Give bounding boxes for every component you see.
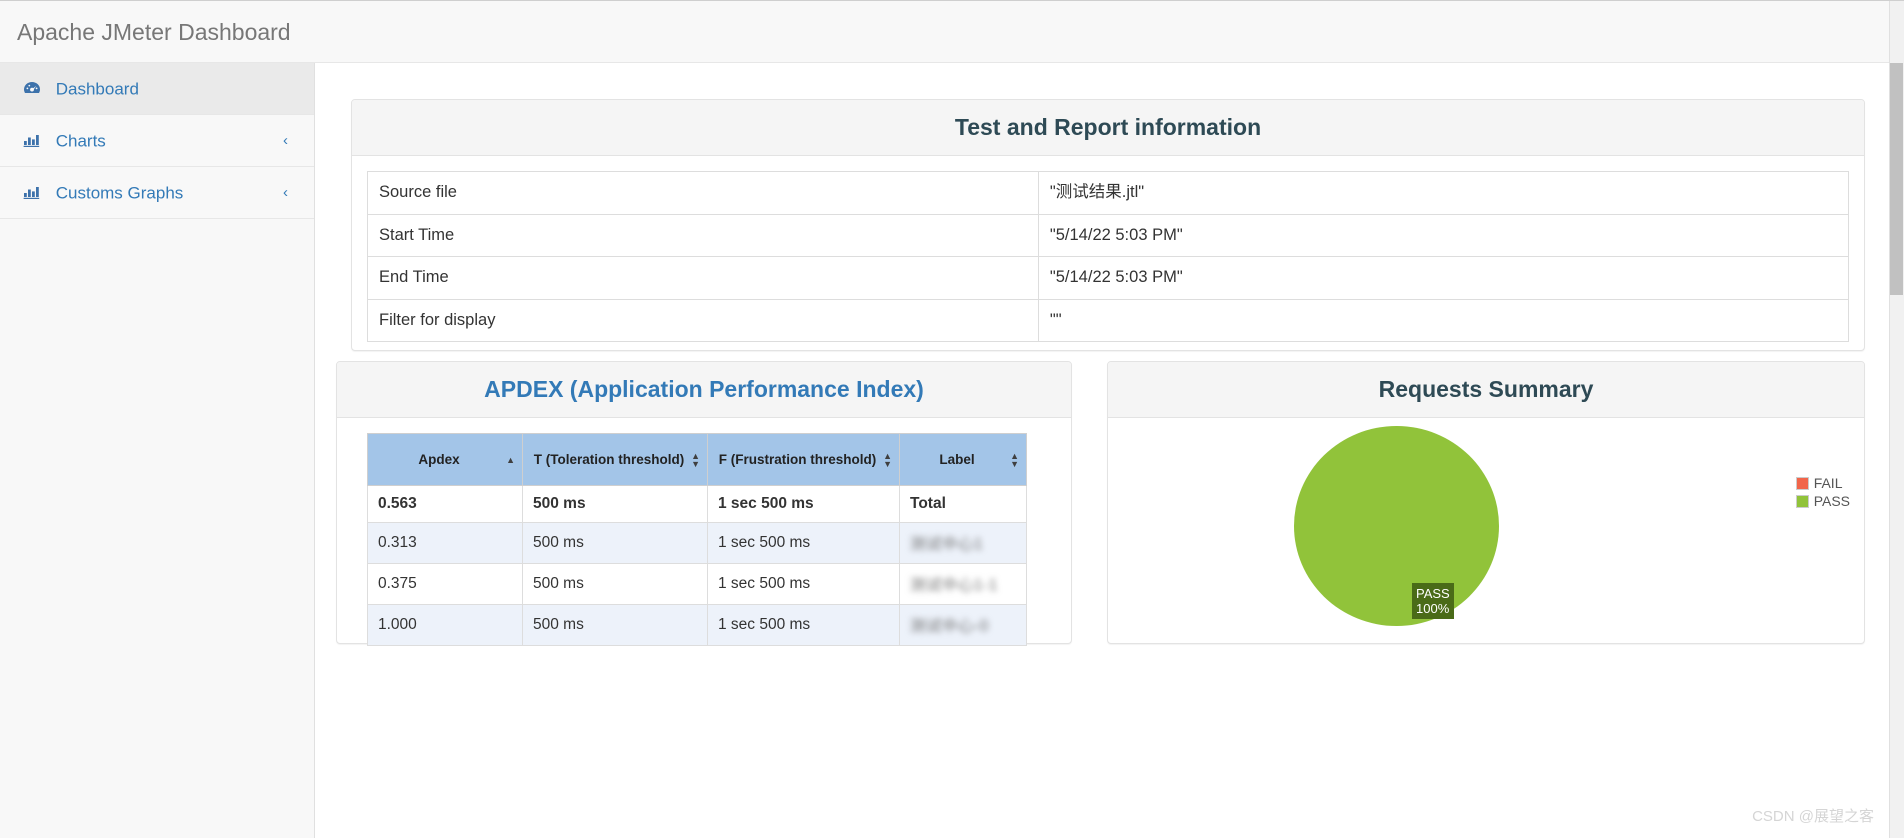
info-key: Filter for display (367, 298, 1039, 343)
label-value: 测试中心-0 (899, 604, 1027, 647)
table-row: Filter for display "" (367, 298, 1850, 343)
toleration-value: 500 ms (522, 522, 708, 565)
frustration-value: 1 sec 500 ms (707, 485, 900, 524)
test-info-table: Source file "测试结果.jtl" Start Time "5/14/… (367, 171, 1850, 343)
test-info-panel-body: Source file "测试结果.jtl" Start Time "5/14/… (352, 156, 1864, 357)
redacted-label: 测试中心-0 (910, 618, 989, 636)
redacted-label: 测试中心1-1 (910, 577, 998, 595)
column-label: T (Toleration threshold) (533, 451, 685, 467)
toleration-value: 500 ms (522, 563, 708, 606)
apdex-value: 0.313 (367, 522, 523, 565)
test-info-panel-heading: Test and Report information (352, 100, 1864, 157)
legend-label: FAIL (1813, 475, 1843, 492)
label-value: 测试中心1 (899, 522, 1027, 565)
table-row: 0.313 500 ms 1 sec 500 ms 测试中心1 (367, 522, 1027, 565)
table-row: 0.563 500 ms 1 sec 500 ms Total (367, 485, 1027, 524)
sidebar: Dashboard Charts ‹ Customs Graphs ‹ (0, 63, 315, 838)
apdex-column-header-label[interactable]: Label ▲ ▼ (899, 433, 1027, 487)
apdex-column-header-apdex[interactable]: Apdex ▲ (367, 433, 523, 487)
vertical-scrollbar-thumb[interactable] (1890, 63, 1903, 295)
apdex-title: APDEX (Application Performance Index) (484, 376, 924, 402)
table-row: Start Time "5/14/22 5:03 PM" (367, 213, 1850, 258)
apdex-table-header-row: Apdex ▲ T (Toleration threshold) ▲ ▼ F (F… (367, 433, 1027, 487)
chevron-left-icon[interactable]: ‹ (283, 115, 288, 167)
bar-chart-icon (22, 184, 42, 200)
info-value: "5/14/22 5:03 PM" (1037, 213, 1850, 258)
info-key: End Time (367, 256, 1039, 300)
legend-label: PASS (1813, 493, 1850, 510)
frustration-value: 1 sec 500 ms (707, 604, 900, 647)
toleration-value: 500 ms (522, 604, 708, 647)
test-info-title: Test and Report information (954, 114, 1262, 140)
apdex-value: 1.000 (367, 604, 523, 647)
column-label: Apdex (418, 451, 460, 467)
sort-both-icon[interactable]: ▲ ▼ (1010, 451, 1019, 468)
table-row: 1.000 500 ms 1 sec 500 ms 测试中心-0 (367, 604, 1027, 647)
apdex-panel: APDEX (Application Performance Index) Ap… (336, 361, 1072, 647)
requests-summary-title: Requests Summary (1378, 376, 1594, 402)
watermark: CSDN @展望之客 (1752, 808, 1874, 825)
requests-summary-chart: PASS 100% FAIL PASS (1108, 418, 1864, 650)
main-content: Test and Report information Source file … (315, 63, 1904, 838)
info-key: Start Time (367, 213, 1039, 258)
info-value: "测试结果.jtl" (1037, 171, 1850, 215)
table-row: 0.375 500 ms 1 sec 500 ms 测试中心1-1 (367, 563, 1027, 606)
column-label: Label (939, 451, 975, 467)
apdex-column-header-toleration[interactable]: T (Toleration threshold) ▲ ▼ (522, 433, 708, 487)
bar-chart-icon (22, 132, 42, 148)
sidebar-item-dashboard[interactable]: Dashboard (0, 63, 314, 115)
jmeter-dashboard-page: Apache JMeter Dashboard Dashboard Charts… (0, 0, 1904, 838)
label-value: Total (899, 485, 1027, 524)
legend-item-pass[interactable]: PASS (1795, 492, 1850, 510)
info-value: "5/14/22 5:03 PM" (1037, 256, 1850, 300)
top-header-bar: Apache JMeter Dashboard (0, 1, 1904, 63)
label-value: 测试中心1-1 (899, 563, 1027, 606)
table-row: Source file "测试结果.jtl" (367, 171, 1850, 215)
sidebar-item-label: Charts (55, 131, 106, 151)
sidebar-item-customs-graphs[interactable]: Customs Graphs ‹ (0, 167, 314, 219)
pie-slice-label-name: PASS (1416, 586, 1450, 602)
apdex-panel-heading: APDEX (Application Performance Index) (337, 362, 1071, 419)
info-key: Source file (367, 171, 1039, 215)
page-title: Apache JMeter Dashboard (17, 19, 291, 45)
chart-legend: FAIL PASS (1795, 474, 1850, 510)
sidebar-item-label: Dashboard (55, 79, 139, 99)
apdex-value: 0.375 (367, 563, 523, 606)
pie-slice-label: PASS 100% (1412, 583, 1454, 620)
info-value: "" (1037, 298, 1850, 343)
apdex-value: 0.563 (367, 485, 523, 524)
chevron-left-icon[interactable]: ‹ (283, 167, 288, 219)
sidebar-item-label: Customs Graphs (55, 183, 184, 203)
legend-swatch-pass (1795, 494, 1809, 508)
vertical-scrollbar-track[interactable] (1889, 1, 1904, 838)
legend-item-fail[interactable]: FAIL (1795, 474, 1850, 492)
redacted-label: 测试中心1 (910, 536, 984, 554)
requests-summary-panel: Requests Summary PASS 100% FAIL PASS (1107, 361, 1865, 644)
frustration-value: 1 sec 500 ms (707, 563, 900, 606)
table-row: End Time "5/14/22 5:03 PM" (367, 256, 1850, 300)
apdex-panel-body: Apdex ▲ T (Toleration threshold) ▲ ▼ F (F… (337, 418, 1071, 661)
legend-swatch-fail (1795, 476, 1809, 490)
apdex-table: Apdex ▲ T (Toleration threshold) ▲ ▼ F (F… (367, 433, 1027, 647)
column-label: F (Frustration threshold) (718, 451, 877, 467)
sort-both-icon[interactable]: ▲ ▼ (883, 451, 892, 468)
frustration-value: 1 sec 500 ms (707, 522, 900, 565)
sort-both-icon[interactable]: ▲ ▼ (691, 451, 700, 468)
sort-ascending-icon[interactable]: ▲ (506, 455, 515, 464)
apdex-column-header-frustration[interactable]: F (Frustration threshold) ▲ ▼ (707, 433, 900, 487)
test-info-panel: Test and Report information Source file … (351, 99, 1865, 351)
tachometer-icon (22, 80, 42, 96)
sidebar-item-charts[interactable]: Charts ‹ (0, 115, 314, 167)
pie-slice-pass[interactable] (1294, 426, 1499, 627)
requests-summary-panel-heading: Requests Summary (1108, 362, 1864, 419)
toleration-value: 500 ms (522, 485, 708, 524)
pie-slice-label-percent: 100% (1416, 601, 1450, 617)
